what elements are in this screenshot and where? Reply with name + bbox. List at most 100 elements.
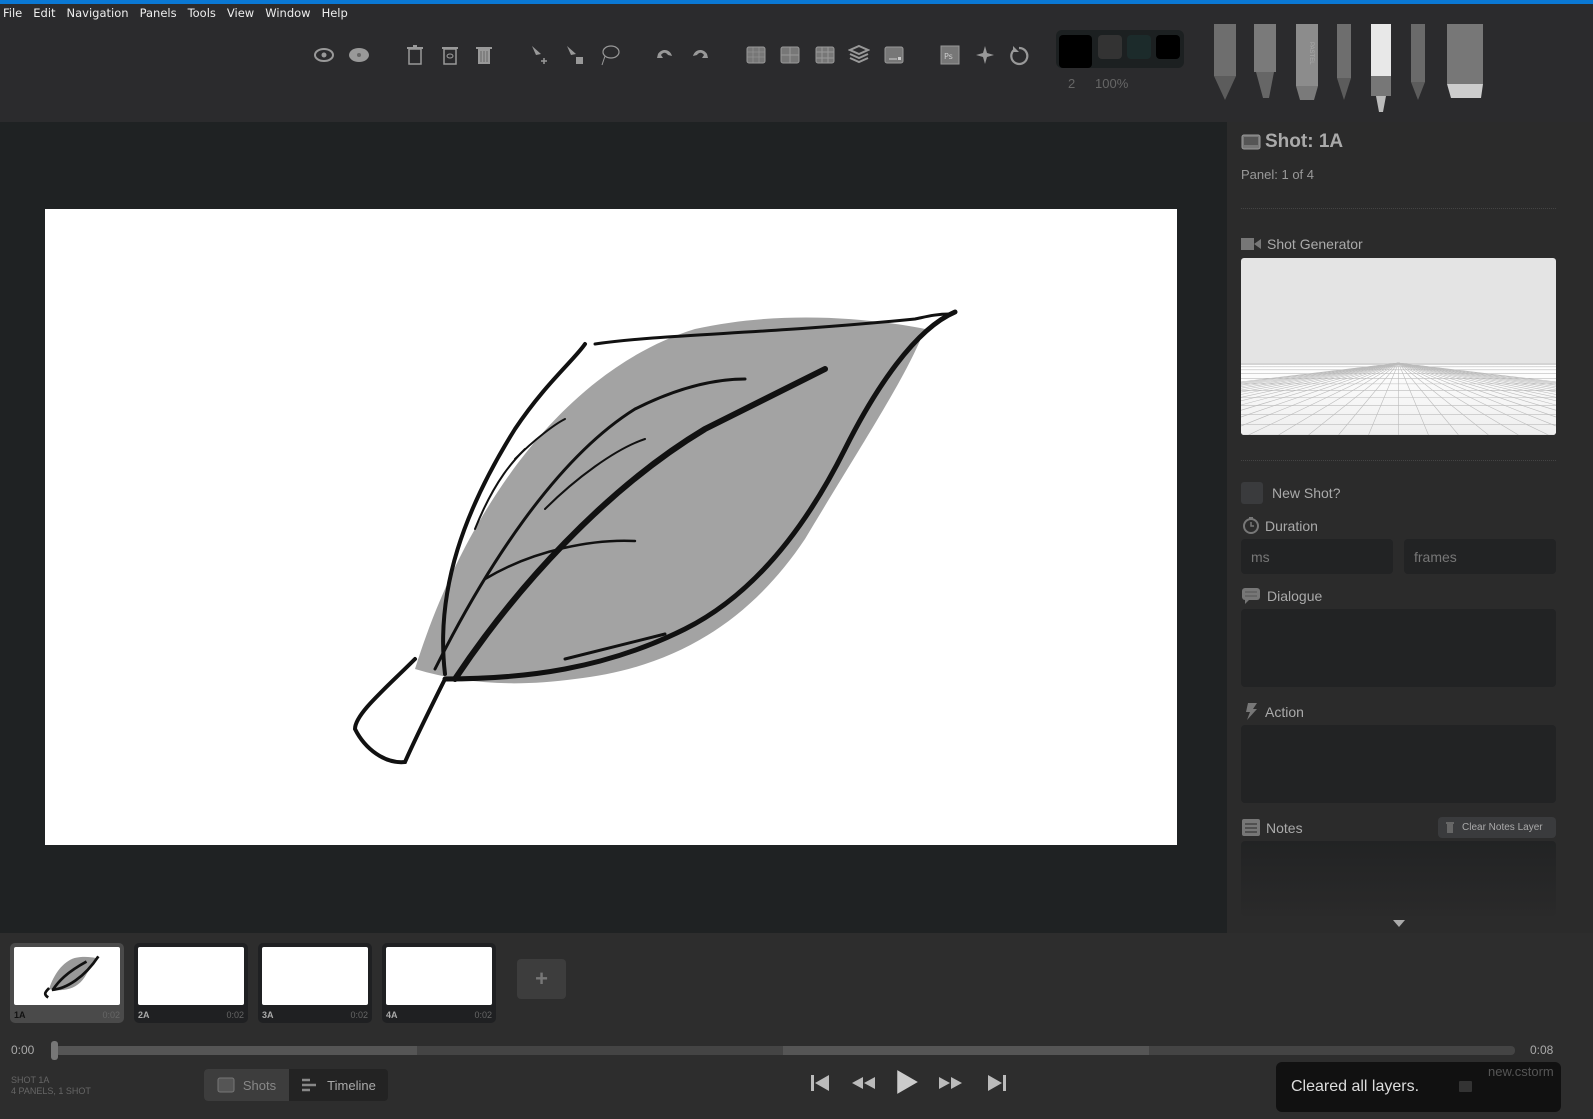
duration-frames-input[interactable]: frames [1404,539,1556,574]
light-box-eye-icon[interactable] [346,42,372,68]
menu-help[interactable]: Help [322,4,353,24]
thirds-guide-icon[interactable] [812,42,838,68]
shot-generator-preview[interactable] [1241,258,1556,435]
skip-to-end-icon[interactable] [985,1071,1009,1095]
leaf-sketch-thumbnail [43,955,100,999]
action-label: Action [1243,703,1304,720]
menu-file[interactable]: File [3,4,27,24]
board-thumbnail-1a[interactable]: 1A 0:02 [10,943,124,1023]
add-board-button[interactable]: + [517,959,566,999]
board-duration: 0:02 [350,1010,368,1020]
clear-layer-icon[interactable] [402,42,428,68]
panel-info: Panel: 1 of 4 [1241,167,1314,182]
notes-textarea[interactable] [1241,841,1556,916]
status-summary: 4 PANELS, 1 SHOT [11,1086,91,1096]
toolbar [0,24,1593,122]
board-icon [217,1077,235,1093]
svg-text:Ps: Ps [944,52,953,61]
rewind-icon[interactable] [851,1071,875,1095]
duration-ms-input[interactable]: ms [1241,539,1393,574]
perspective-guide-icon[interactable] [881,42,907,68]
new-shot-checkbox[interactable] [1241,482,1263,504]
menu-panels[interactable]: Panels [140,4,182,24]
shot-title: Shot: 1A [1265,131,1344,152]
scroll-down-arrow-icon[interactable] [1393,920,1405,927]
timeline-start-time: 0:00 [11,1043,35,1057]
brush-size-readout: 2 [1068,76,1076,91]
timeline-icon [302,1078,317,1092]
timeline-view-tab[interactable]: Timeline [289,1069,388,1101]
view-toggle: Shots Timeline [204,1069,388,1101]
copy-selection-icon[interactable] [562,42,588,68]
move-selection-icon[interactable] [527,42,553,68]
clear-other-layers-icon[interactable] [437,42,463,68]
board-thumbnail-3a[interactable]: 3A 0:02 [258,943,372,1023]
dialogue-label: Dialogue [1241,587,1322,604]
menu-bar: File Edit Navigation Panels Tools View W… [0,4,1593,24]
skip-to-start-icon[interactable] [808,1071,832,1095]
marker-tool-icon[interactable] [1370,24,1392,114]
play-icon[interactable] [894,1069,920,1095]
duration-text: Duration [1265,517,1318,534]
menu-tools[interactable]: Tools [188,4,221,24]
color-swatch-4[interactable] [1156,35,1180,59]
grid-guide-icon[interactable] [743,42,769,68]
menu-window[interactable]: Window [265,4,315,24]
timeline-playhead[interactable] [51,1041,58,1060]
undo-icon[interactable] [652,42,678,68]
timeline-segment-2[interactable] [417,1046,783,1055]
notes-text: Notes [1266,819,1303,836]
board-label: 4A [386,1010,398,1020]
shot-header: Shot: 1A [1241,131,1343,153]
primary-color-swatch[interactable] [1059,35,1092,68]
sparkle-icon[interactable] [971,42,997,68]
timeline-segment-1[interactable] [55,1046,417,1055]
fine-pen-tool-icon[interactable] [1409,24,1427,102]
shot-generator-text: Shot Generator [1267,236,1363,252]
brush-pen-tool-icon[interactable] [1252,24,1278,102]
dialogue-textarea[interactable] [1241,609,1556,687]
toast-message: Cleared all layers. [1291,1078,1420,1095]
timeline-segment-3[interactable] [783,1046,1149,1055]
board-icon [1459,1081,1473,1092]
menu-edit[interactable]: Edit [33,4,60,24]
color-swatch-3[interactable] [1127,35,1151,59]
menu-view[interactable]: View [227,4,259,24]
redo-icon[interactable] [687,42,713,68]
photoshop-icon[interactable]: Ps [937,42,963,68]
stopwatch-icon [1243,517,1259,534]
timeline-segment-4[interactable] [1149,1046,1515,1055]
pencil-tool-icon[interactable] [1335,24,1353,102]
onion-skin-eye-icon[interactable] [311,42,337,68]
pastel-tool-icon[interactable]: PASTEL [1294,24,1320,102]
speech-bubble-icon [1242,588,1260,604]
board-thumbnail-image [14,947,120,1005]
action-textarea[interactable] [1241,725,1556,803]
status-shot: SHOT 1A [11,1075,50,1085]
fast-forward-icon[interactable] [939,1071,963,1095]
board-thumbnail-image [386,947,492,1005]
divider [1241,208,1556,209]
timeline-tab-label: Timeline [327,1077,376,1093]
shots-view-tab[interactable]: Shots [204,1069,289,1101]
lasso-icon[interactable] [596,42,622,68]
layers-icon[interactable] [846,42,872,68]
board-duration: 0:02 [102,1010,120,1020]
board-thumbnail-4a[interactable]: 4A 0:02 [382,943,496,1023]
clear-all-layers-icon[interactable] [471,42,497,68]
eraser-tool-icon[interactable] [1446,24,1484,102]
drawing-canvas[interactable] [45,209,1177,845]
board-label: 3A [262,1010,274,1020]
center-guide-icon[interactable] [777,42,803,68]
panel-scrollbar[interactable] [1568,122,1593,933]
board-thumbnail-2a[interactable]: 2A 0:02 [134,943,248,1023]
filename: new.cstorm [1488,1064,1554,1079]
trash-icon [1446,822,1454,833]
menu-navigation[interactable]: Navigation [67,4,134,24]
board-duration: 0:02 [474,1010,492,1020]
light-pencil-tool-icon[interactable] [1212,24,1238,102]
refresh-icon[interactable] [1006,42,1032,68]
color-swatch-2[interactable] [1098,35,1122,59]
lightning-icon [1246,703,1257,720]
clear-notes-layer-button[interactable]: Clear Notes Layer [1438,817,1556,838]
